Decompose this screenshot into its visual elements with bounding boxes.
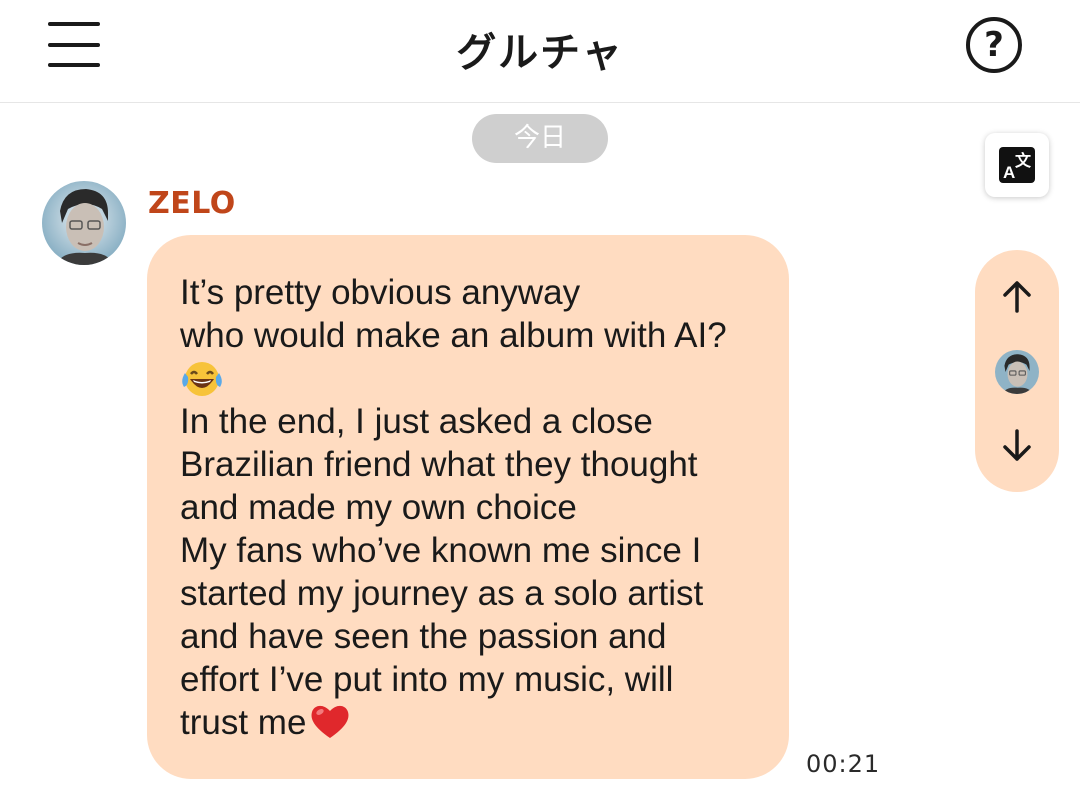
chat-screen: グルチャ ? 今日 A 文 ZELO It’s pretty obvious a…	[0, 0, 1080, 810]
message-line-5: Brazilian friend what they thought	[180, 445, 698, 484]
message-line-10: effort I’ve put into my music, will	[180, 660, 674, 699]
page-title: グルチャ	[456, 30, 624, 76]
help-question-icon: ?	[984, 25, 1004, 65]
sender-name: ZELO	[148, 186, 236, 221]
laughing-tears-emoji	[182, 361, 222, 396]
svg-text:文: 文	[1015, 151, 1032, 170]
message-line-11-text: trust me	[180, 703, 307, 742]
date-separator: 今日	[472, 114, 608, 163]
top-bar: グルチャ ?	[0, 0, 1080, 103]
message-line-9: and have seen the passion and	[180, 617, 667, 656]
message-line-3	[180, 357, 761, 400]
translate-icon: A 文	[999, 147, 1035, 183]
sender-avatar[interactable]	[42, 181, 126, 265]
message-navigator	[975, 250, 1059, 492]
message-line-6: and made my own choice	[180, 488, 577, 527]
message-line-4: In the end, I just asked a close	[180, 402, 653, 441]
message-line-7: My fans who’ve known me since I	[180, 531, 702, 570]
message-line-8: started my journey as a solo artist	[180, 574, 704, 613]
arrow-up-icon[interactable]	[995, 275, 1039, 319]
red-heart-emoji	[311, 705, 349, 738]
translate-button[interactable]: A 文	[985, 133, 1049, 197]
svg-text:A: A	[1003, 163, 1015, 182]
message-line-11: trust me	[180, 701, 761, 744]
message-timestamp: 00:21	[806, 750, 881, 778]
help-button[interactable]: ?	[966, 17, 1022, 73]
message-line-1: It’s pretty obvious anyway	[180, 273, 581, 312]
arrow-down-icon[interactable]	[995, 423, 1039, 467]
message-bubble[interactable]: It’s pretty obvious anyway who would mak…	[147, 235, 789, 779]
navigator-avatar[interactable]	[995, 350, 1039, 394]
message-line-2: who would make an album with AI?	[180, 316, 727, 355]
